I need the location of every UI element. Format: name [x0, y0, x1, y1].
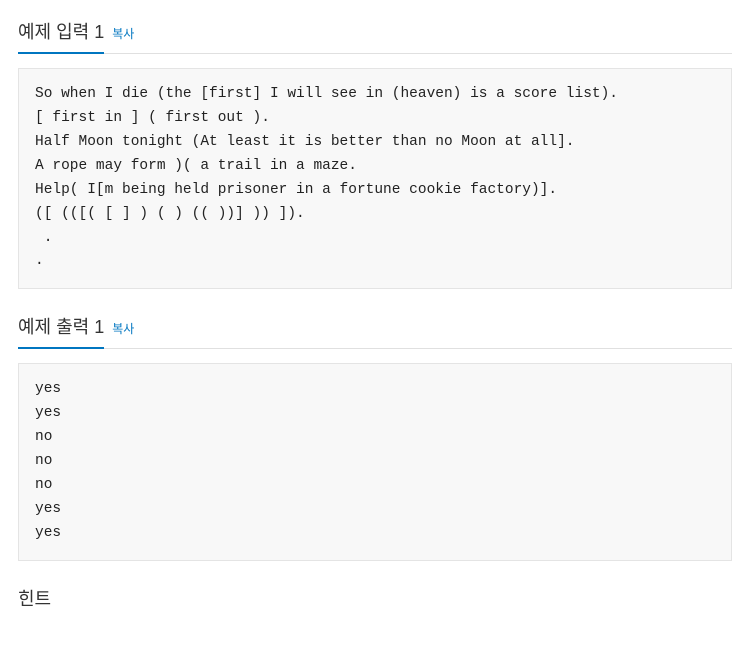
example-input-header: 예제 입력 1 복사: [18, 18, 732, 54]
example-output-header: 예제 출력 1 복사: [18, 313, 732, 349]
example-input-block: So when I die (the [first] I will see in…: [18, 68, 732, 289]
example-input-title: 예제 입력 1: [18, 18, 104, 54]
example-output-title: 예제 출력 1: [18, 313, 104, 349]
example-output-block: yes yes no no no yes yes: [18, 363, 732, 560]
copy-input-link[interactable]: 복사: [112, 25, 134, 50]
hint-title: 힌트: [18, 585, 732, 617]
example-output-text: yes yes no no no yes yes: [35, 381, 61, 541]
copy-output-link[interactable]: 복사: [112, 320, 134, 345]
example-input-text: So when I die (the [first] I will see in…: [35, 86, 618, 269]
